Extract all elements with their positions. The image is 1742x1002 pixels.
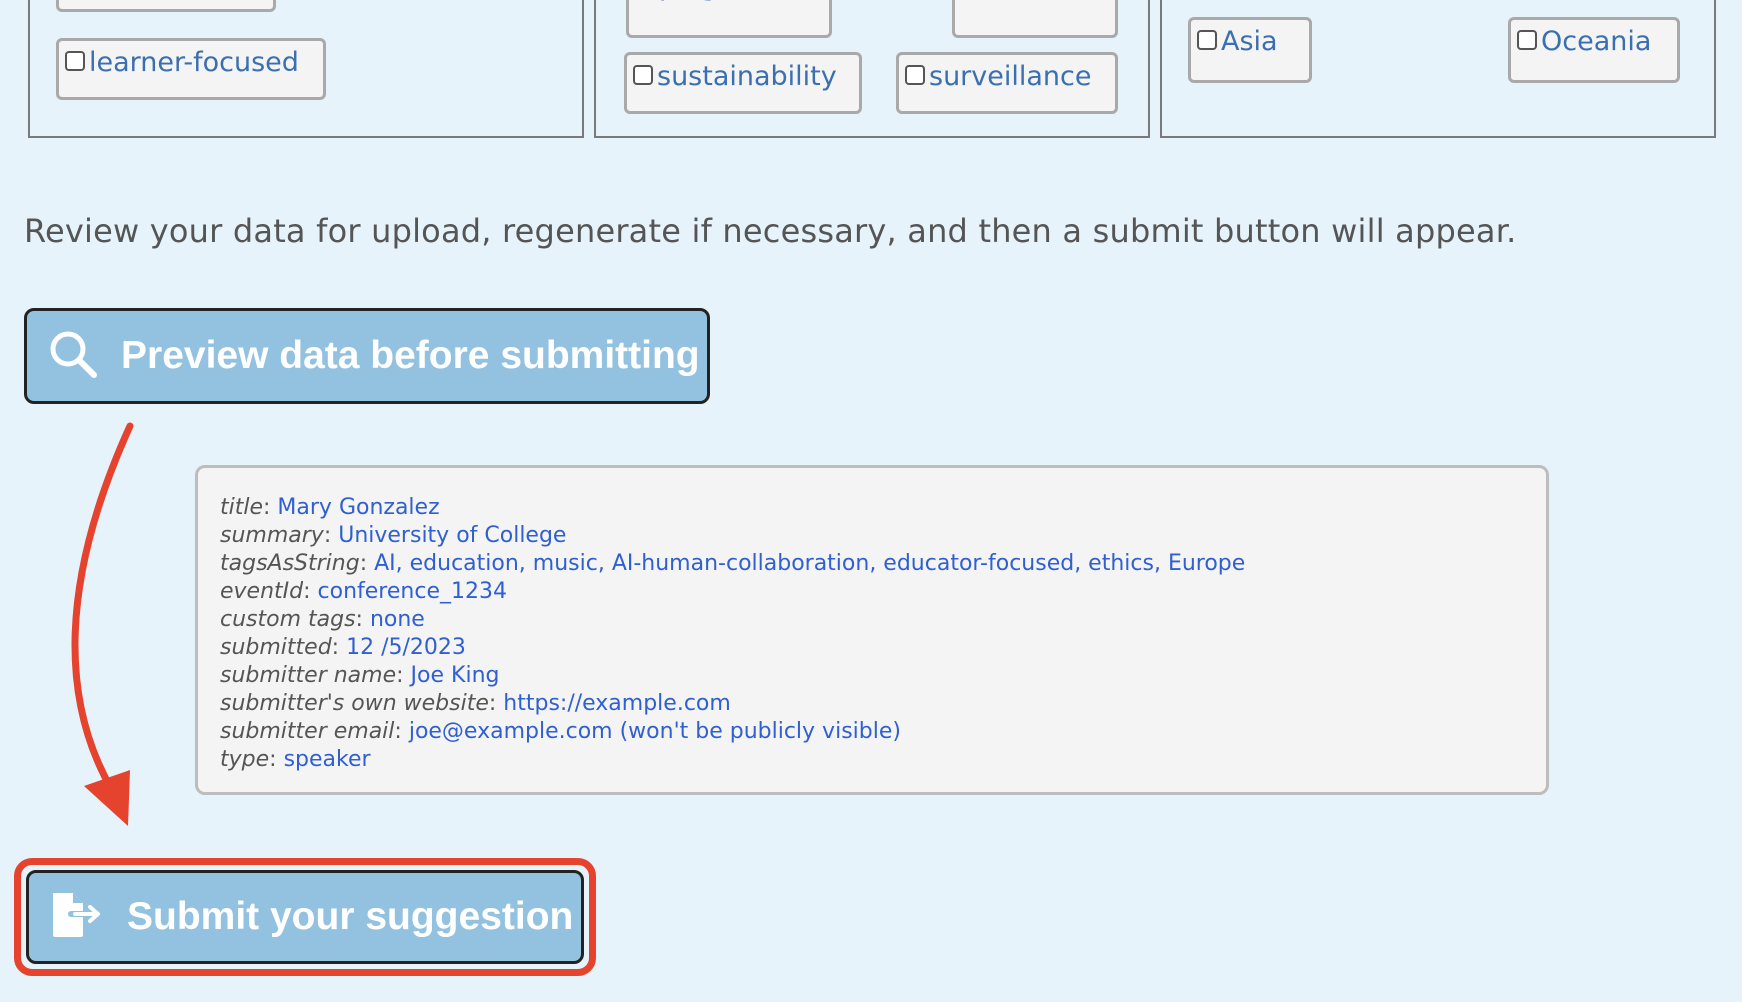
preview-value: AI, education, music, AI-human-collabora… bbox=[374, 551, 1246, 576]
tag-option-surveillance[interactable]: surveillance bbox=[896, 52, 1118, 114]
preview-separator: : bbox=[394, 719, 409, 744]
tag-label: Oceania bbox=[1541, 26, 1652, 57]
preview-value: Mary Gonzalez bbox=[277, 495, 440, 520]
preview-key: tagsAsString bbox=[220, 551, 360, 576]
preview-key: custom tags bbox=[220, 607, 356, 632]
preview-key: title bbox=[220, 495, 264, 520]
tag-option-success[interactable]: success bbox=[952, 0, 1118, 38]
preview-row: submitter name: Joe King bbox=[220, 662, 1546, 690]
preview-value: joe@example.com (won't be publicly visib… bbox=[408, 719, 901, 744]
tag-option-sustainability[interactable]: sustainability bbox=[624, 52, 862, 114]
preview-key: summary bbox=[220, 523, 324, 548]
preview-separator: : bbox=[323, 523, 339, 548]
preview-data-button[interactable]: Preview data before submitting bbox=[24, 308, 710, 404]
tag-label: plagiarism bbox=[659, 0, 800, 1]
preview-row: submitter email: joe@example.com (won't … bbox=[220, 718, 1546, 746]
tag-label: surveillance bbox=[929, 61, 1092, 92]
preview-separator: : bbox=[331, 635, 347, 660]
checkbox[interactable] bbox=[1517, 30, 1537, 50]
preview-key: submitter email bbox=[220, 719, 395, 744]
tag-option-oceania[interactable]: Oceania bbox=[1508, 17, 1680, 83]
preview-separator: : bbox=[488, 691, 504, 716]
tag-option-learner-focused[interactable]: learner-focused bbox=[56, 38, 326, 100]
preview-row: title: Mary Gonzalez bbox=[220, 494, 1546, 522]
preview-data-panel: title: Mary Gonzalez summary: University … bbox=[195, 465, 1549, 795]
tag-label: Asia bbox=[1221, 26, 1278, 57]
preview-key: submitter's own website bbox=[220, 691, 489, 716]
preview-separator: : bbox=[396, 663, 411, 688]
preview-separator: : bbox=[359, 551, 375, 576]
preview-row: tagsAsString: AI, education, music, AI-h… bbox=[220, 550, 1546, 578]
preview-value: University of College bbox=[338, 523, 567, 548]
submit-suggestion-button[interactable]: Submit your suggestion bbox=[26, 870, 584, 964]
preview-value: speaker bbox=[283, 747, 371, 772]
checkbox[interactable] bbox=[1197, 30, 1217, 50]
audience-tag-group: learner-focused bbox=[28, 0, 584, 138]
preview-row: summary: University of College bbox=[220, 522, 1546, 550]
preview-separator: : bbox=[303, 579, 318, 604]
tag-option-asia[interactable]: Asia bbox=[1188, 17, 1312, 83]
preview-value: conference_1234 bbox=[317, 579, 507, 604]
tag-label: success bbox=[985, 0, 1091, 1]
preview-separator: : bbox=[263, 495, 278, 520]
preview-row: eventId: conference_1234 bbox=[220, 578, 1546, 606]
region-tag-group: Asia Oceania bbox=[1160, 0, 1716, 138]
preview-value: none bbox=[369, 607, 425, 632]
preview-key: type bbox=[220, 747, 270, 772]
preview-row: custom tags: none bbox=[220, 606, 1546, 634]
preview-value: 12 /5/2023 bbox=[346, 635, 466, 660]
checkbox[interactable] bbox=[633, 65, 653, 85]
checkbox[interactable] bbox=[905, 65, 925, 85]
preview-key: submitter name bbox=[220, 663, 397, 688]
preview-key: eventId bbox=[220, 579, 304, 604]
file-export-icon bbox=[49, 889, 105, 946]
preview-key: submitted bbox=[220, 635, 332, 660]
checkbox[interactable] bbox=[65, 51, 85, 71]
preview-row: type: speaker bbox=[220, 746, 1546, 774]
preview-value: https://example.com bbox=[503, 691, 731, 716]
submit-button-label: Submit your suggestion bbox=[127, 895, 574, 938]
search-icon bbox=[47, 328, 99, 385]
tag-option-cropped[interactable] bbox=[56, 0, 276, 12]
tag-label: learner-focused bbox=[89, 47, 299, 78]
tag-label: sustainability bbox=[657, 61, 837, 92]
tag-option-plagiarism[interactable]: plagiarism bbox=[626, 0, 832, 38]
preview-separator: : bbox=[355, 607, 370, 632]
preview-button-label: Preview data before submitting bbox=[121, 334, 700, 377]
instructions-text: Review your data for upload, regenerate … bbox=[24, 212, 1517, 250]
preview-row: submitter's own website: https://example… bbox=[220, 690, 1546, 718]
preview-separator: : bbox=[269, 747, 284, 772]
preview-row: submitted: 12 /5/2023 bbox=[220, 634, 1546, 662]
preview-value: Joe King bbox=[410, 663, 500, 688]
topic-tag-group: plagiarism success sustainability survei… bbox=[594, 0, 1150, 138]
